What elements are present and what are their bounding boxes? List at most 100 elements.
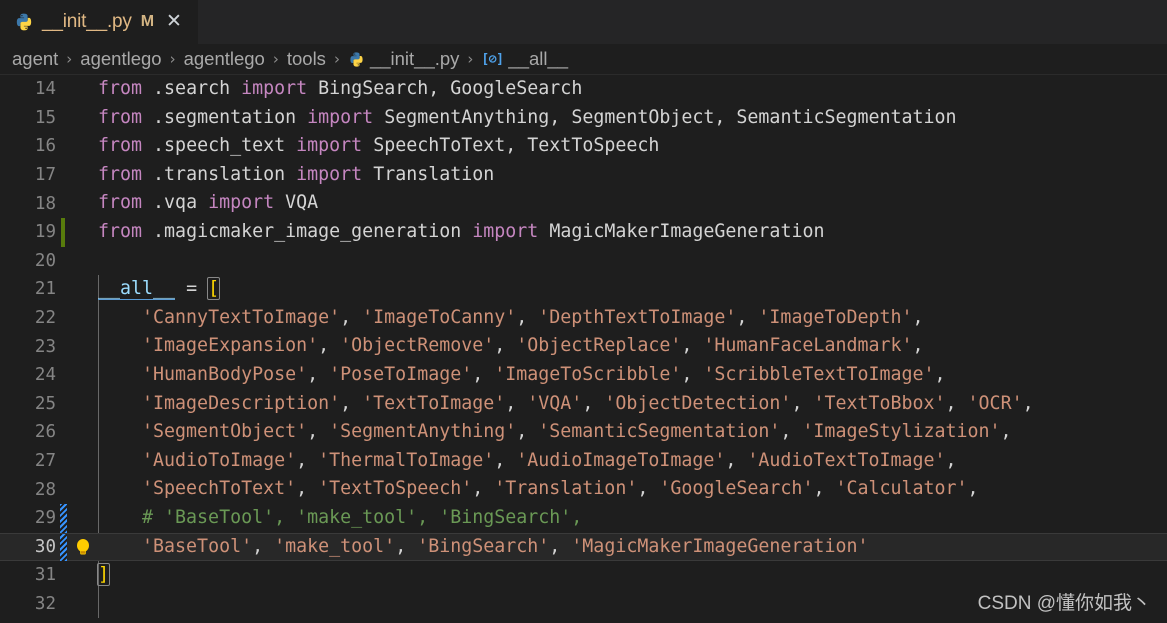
gutter-change-indicator[interactable] [56,475,68,504]
code-line[interactable]: 20 [0,247,1167,276]
gutter-change-indicator[interactable] [56,275,68,304]
code-line[interactable]: 23 'ImageExpansion', 'ObjectRemove', 'Ob… [0,332,1167,361]
code-text[interactable]: 'CannyTextToImage', 'ImageToCanny', 'Dep… [98,304,1167,333]
gutter-change-indicator[interactable] [56,132,68,161]
code-text[interactable]: from .search import BingSearch, GoogleSe… [98,75,1167,104]
code-token: .speech_text [153,135,286,157]
code-token: 'BaseTool' [142,535,253,557]
code-line[interactable]: 19 from .magicmaker_image_generation impo… [0,217,1167,247]
code-line[interactable]: 26 'SegmentObject', 'SegmentAnything', '… [0,418,1167,447]
code-line[interactable]: 16 from .speech_text import SpeechToText,… [0,132,1167,161]
code-token: 'TextToBbox' [813,392,946,414]
code-editor[interactable]: 14 from .search import BingSearch, Google… [0,75,1167,623]
code-text[interactable]: from .speech_text import SpeechToText, T… [98,132,1167,161]
gutter-change-indicator[interactable] [56,532,68,562]
line-number: 15 [34,107,56,128]
gutter-change-indicator[interactable] [56,75,68,104]
code-line[interactable]: 27 'AudioToImage', 'ThermalToImage', 'Au… [0,447,1167,476]
code-line[interactable]: 22 'CannyTextToImage', 'ImageToCanny', '… [0,304,1167,333]
lightbulb-icon[interactable] [68,537,98,557]
code-text[interactable]: 'AudioToImage', 'ThermalToImage', 'Audio… [98,447,1167,476]
gutter-change-indicator[interactable] [56,561,68,590]
code-token: import [296,163,363,185]
breadcrumb-item-all-symbol[interactable]: [⊘] __all__ [479,48,570,70]
chevron-right-icon: › [272,50,279,68]
code-line[interactable]: 15 from .segmentation import SegmentAnyth… [0,104,1167,133]
gutter-change-indicator[interactable] [56,189,68,218]
code-token: , [736,306,759,328]
gutter-change-indicator[interactable] [56,332,68,361]
breadcrumb-item-agent[interactable]: agent [10,48,60,70]
code-token: 'ObjectDetection' [604,392,792,414]
tab-init-py[interactable]: __init__.py M ✕ [0,0,198,44]
gutter-change-indicator[interactable] [56,447,68,476]
code-token: , [472,478,495,500]
code-token: import [296,135,363,157]
code-line[interactable]: 29 # 'BaseTool', 'make_tool', 'BingSearc… [0,503,1167,533]
breadcrumb-item-agentlego-1[interactable]: agentlego [78,48,163,70]
code-token: , [516,306,539,328]
breadcrumb-label: __init__.py [369,48,460,69]
code-text[interactable]: 'ImageExpansion', 'ObjectRemove', 'Objec… [98,332,1167,361]
code-token: , [252,535,275,557]
breadcrumb-label: __all__ [508,48,569,69]
gutter-change-indicator[interactable] [56,247,68,276]
code-token: VQA [285,192,319,214]
code-token: , [934,363,946,385]
gutter-change-indicator[interactable] [56,390,68,419]
close-icon[interactable]: ✕ [162,10,186,35]
code-token: , [725,449,748,471]
gutter-change-indicator[interactable] [56,590,68,619]
line-number: 31 [34,565,56,586]
code-line[interactable]: 14 from .search import BingSearch, Google… [0,75,1167,104]
gutter-change-indicator[interactable] [56,361,68,390]
code-line[interactable]: 30 'BaseTool', 'make_tool', 'BingSearch'… [0,532,1167,562]
tab-label: __init__.py [42,11,132,32]
gutter-change-indicator[interactable] [56,217,68,247]
code-token: 'GoogleSearch' [659,478,814,500]
code-token: , [549,535,572,557]
code-text[interactable]: 'HumanBodyPose', 'PoseToImage', 'ImageTo… [98,361,1167,390]
code-line[interactable]: 28 'SpeechToText', 'TextToSpeech', 'Tran… [0,475,1167,504]
code-text[interactable]: ] [96,561,1167,590]
code-text[interactable]: # 'BaseTool', 'make_tool', 'BingSearch', [98,504,1167,533]
code-line[interactable]: 31] [0,561,1167,590]
gutter-change-indicator[interactable] [56,503,68,533]
code-line[interactable]: 21 __all__ = [ [0,275,1167,304]
code-token: 'TextToImage' [362,392,506,414]
code-text[interactable]: __all__ = [ [98,275,1167,304]
code-text[interactable]: from .segmentation import SegmentAnythin… [98,104,1167,133]
breadcrumb-item-init-py[interactable]: __init__.py [346,48,461,70]
code-text[interactable]: from .magicmaker_image_generation import… [98,218,1167,247]
code-token: , [307,363,330,385]
code-line[interactable]: 18 from .vqa import VQA [0,189,1167,218]
gutter-change-indicator[interactable] [56,104,68,133]
code-text[interactable]: 'SpeechToText', 'TextToSpeech', 'Transla… [98,475,1167,504]
code-text[interactable]: from .translation import Translation [98,161,1167,190]
code-token: .search [153,78,231,99]
code-token: , [296,478,319,500]
code-text[interactable]: from .vqa import VQA [98,189,1167,218]
code-text[interactable]: 'SegmentObject', 'SegmentAnything', 'Sem… [98,418,1167,447]
line-number: 23 [34,336,56,357]
code-line[interactable]: 17 from .translation import Translation [0,161,1167,190]
gutter-change-indicator[interactable] [56,304,68,333]
code-token: [ [207,277,221,301]
breadcrumb-item-agentlego-2[interactable]: agentlego [182,48,267,70]
gutter-change-indicator[interactable] [56,418,68,447]
code-text[interactable]: 'ImageDescription', 'TextToImage', 'VQA'… [98,390,1167,419]
code-line[interactable]: 25 'ImageDescription', 'TextToImage', 'V… [0,390,1167,419]
gutter-change-indicator[interactable] [56,161,68,190]
code-line[interactable]: 24 'HumanBodyPose', 'PoseToImage', 'Imag… [0,361,1167,390]
breadcrumb-item-tools[interactable]: tools [285,48,328,70]
code-token: 'AudioImageToImage' [516,449,726,471]
code-text[interactable]: 'BaseTool', 'make_tool', 'BingSearch', '… [98,533,1167,562]
